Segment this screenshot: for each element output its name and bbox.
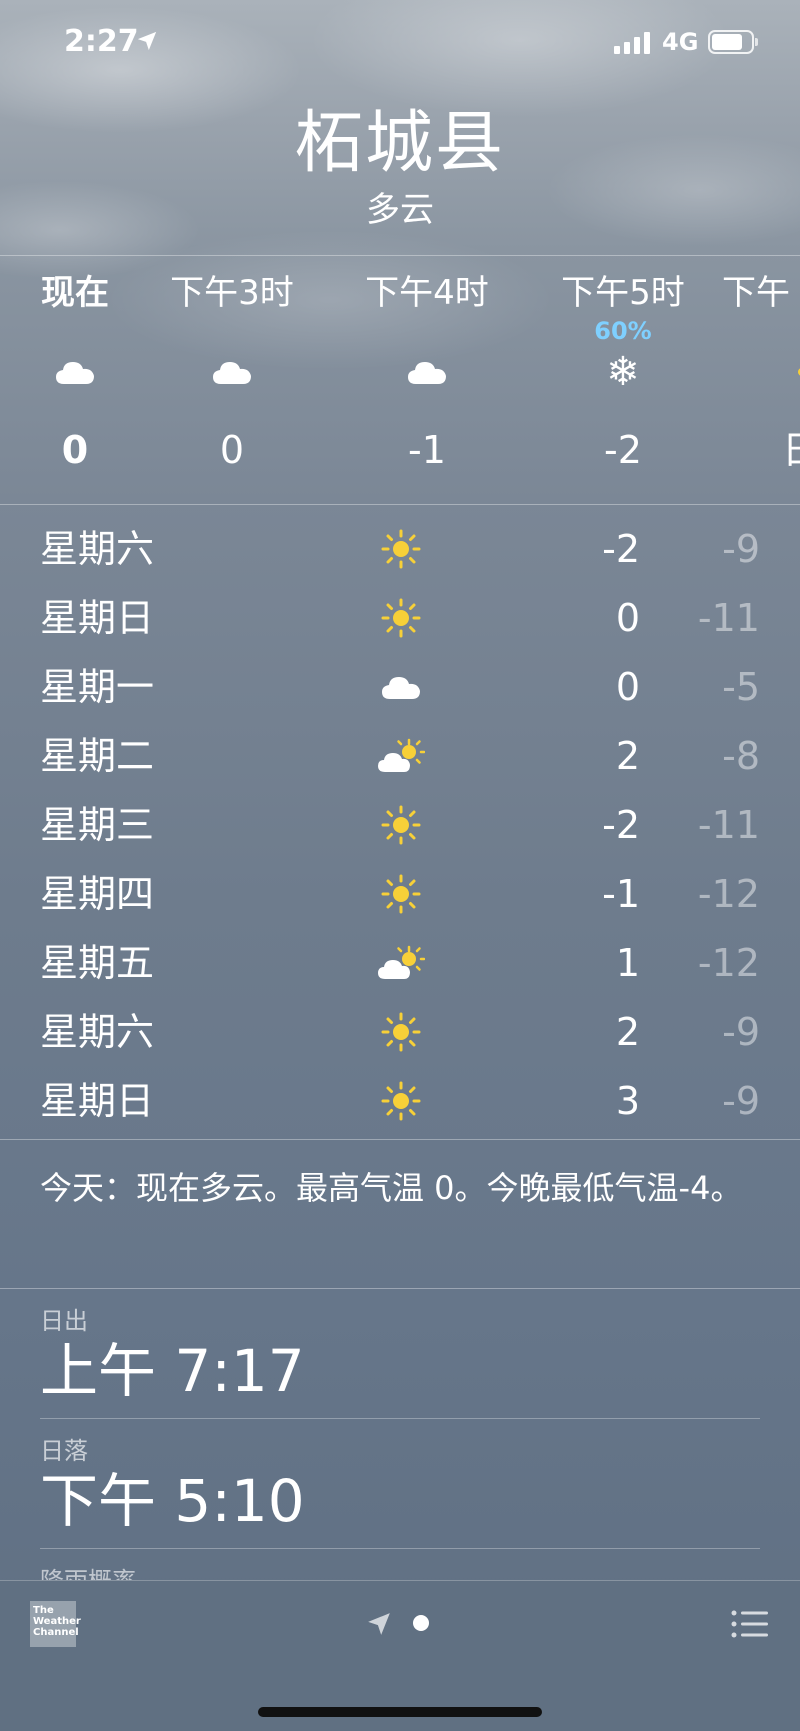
low-temp: -5 <box>722 665 760 709</box>
low-temp: -11 <box>697 803 760 847</box>
sunset-label: 日落 <box>40 1437 88 1465</box>
high-temp: -1 <box>602 872 640 916</box>
low-temp: -9 <box>722 1010 760 1054</box>
day-name: 星期日 <box>40 596 155 640</box>
high-temp: -2 <box>602 527 640 571</box>
day-row: 星期日 3 -9 <box>0 1067 800 1136</box>
day-row: 星期日 0 -11 <box>0 584 800 653</box>
day-name: 星期二 <box>40 734 155 778</box>
hour-temp: -2 <box>604 428 642 472</box>
high-temp: 2 <box>615 1010 640 1054</box>
precip-chance <box>332 320 522 342</box>
precip-chance <box>722 320 800 342</box>
divider <box>0 255 800 256</box>
day-name: 星期日 <box>40 1079 155 1123</box>
hour-temp: 0 <box>219 428 245 472</box>
network-type: 4G <box>662 28 699 56</box>
day-name: 星期五 <box>40 941 155 985</box>
divider <box>0 1288 800 1289</box>
high-temp: 0 <box>615 596 640 640</box>
daily-forecast: 星期六 -2 -9 星期日 0 -11 星期一 0 -5 星期二 2 -8 星期… <box>0 515 800 1136</box>
sunrise-label: 日出 <box>40 1307 88 1335</box>
day-row: 星期二 2 -8 <box>0 722 800 791</box>
high-temp: 2 <box>615 734 640 778</box>
signal-icon <box>614 30 650 54</box>
battery-icon <box>708 30 758 54</box>
hour-temp: -1 <box>408 428 446 472</box>
cloud-icon <box>137 342 327 402</box>
hour-item: 下午4时 -1 <box>332 258 522 480</box>
precip-chance <box>137 320 327 342</box>
sun-icon <box>722 342 800 402</box>
day-name: 星期一 <box>40 665 155 709</box>
sunset-detail: 日落 下午 5:10 <box>40 1436 760 1536</box>
sunrise-detail: 日出 上午 7:17 <box>40 1306 760 1406</box>
location-arrow-icon <box>137 31 157 51</box>
divider <box>0 1139 800 1140</box>
hour-label: 下午 <box>722 273 790 313</box>
sun-icon <box>376 527 426 571</box>
low-temp: -8 <box>722 734 760 778</box>
partly-cloudy-icon <box>376 941 426 985</box>
precip-chance: 60% <box>594 317 652 345</box>
sunset-value: 下午 5:10 <box>40 1467 305 1535</box>
low-temp: -12 <box>697 872 760 916</box>
day-row: 星期四 -1 -12 <box>0 860 800 929</box>
status-time: 2:27 <box>64 24 139 59</box>
hourly-forecast[interactable]: 现在 0 下午3时 0 下午4时 -1 下午5时 60% ❄ -2 下午 日 <box>0 258 800 503</box>
low-temp: -9 <box>722 1079 760 1123</box>
day-name: 星期三 <box>40 803 155 847</box>
hour-label: 下午3时 <box>170 273 294 313</box>
day-name: 星期四 <box>40 872 155 916</box>
today-summary: 今天：现在多云。最高气温 0。今晚最低气温-4。 <box>40 1169 743 1207</box>
day-name: 星期六 <box>40 527 155 571</box>
hour-label: 下午4时 <box>365 273 489 313</box>
high-temp: 3 <box>615 1079 640 1123</box>
sun-icon <box>376 872 426 916</box>
page-indicator-dot[interactable] <box>413 1615 429 1631</box>
bottom-toolbar: The Weather Channel <box>0 1580 800 1731</box>
day-row: 星期六 -2 -9 <box>0 515 800 584</box>
sun-icon <box>376 596 426 640</box>
home-indicator[interactable] <box>258 1707 542 1717</box>
sun-icon <box>376 803 426 847</box>
precip-probability-label: 降雨概率 <box>40 1566 136 1580</box>
current-condition: 多云 <box>366 190 434 230</box>
day-row: 星期三 -2 -11 <box>0 791 800 860</box>
list-icon[interactable] <box>730 1607 770 1641</box>
sun-icon <box>376 1010 426 1054</box>
high-temp: 0 <box>615 665 640 709</box>
hour-item: 下午 日 <box>722 258 800 480</box>
high-temp: -2 <box>602 803 640 847</box>
location-header: 柘城县 多云 <box>0 100 800 232</box>
sunrise-value: 上午 7:17 <box>40 1337 305 1405</box>
day-row: 星期五 1 -12 <box>0 929 800 998</box>
city-name: 柘城县 <box>294 104 505 183</box>
hour-item: 下午5时 60% ❄ -2 <box>528 258 718 480</box>
divider <box>0 504 800 505</box>
hour-temp: 日 <box>722 420 800 480</box>
partly-cloudy-icon <box>376 734 426 778</box>
low-temp: -11 <box>697 596 760 640</box>
divider <box>40 1418 760 1419</box>
current-location-icon[interactable] <box>366 1611 392 1637</box>
cloud-icon <box>332 342 522 402</box>
day-row: 星期一 0 -5 <box>0 653 800 722</box>
sun-icon <box>376 1079 426 1123</box>
status-bar: 2:27 4G <box>0 0 800 90</box>
cloud-icon <box>376 665 426 709</box>
snowflake-icon: ❄ <box>606 349 640 395</box>
low-temp: -9 <box>722 527 760 571</box>
weather-channel-logo[interactable]: The Weather Channel <box>30 1601 81 1647</box>
day-row: 星期六 2 -9 <box>0 998 800 1067</box>
hour-item: 下午3时 0 <box>137 258 327 480</box>
divider <box>40 1548 760 1549</box>
day-name: 星期六 <box>40 1010 155 1054</box>
high-temp: 1 <box>615 941 640 985</box>
low-temp: -12 <box>697 941 760 985</box>
